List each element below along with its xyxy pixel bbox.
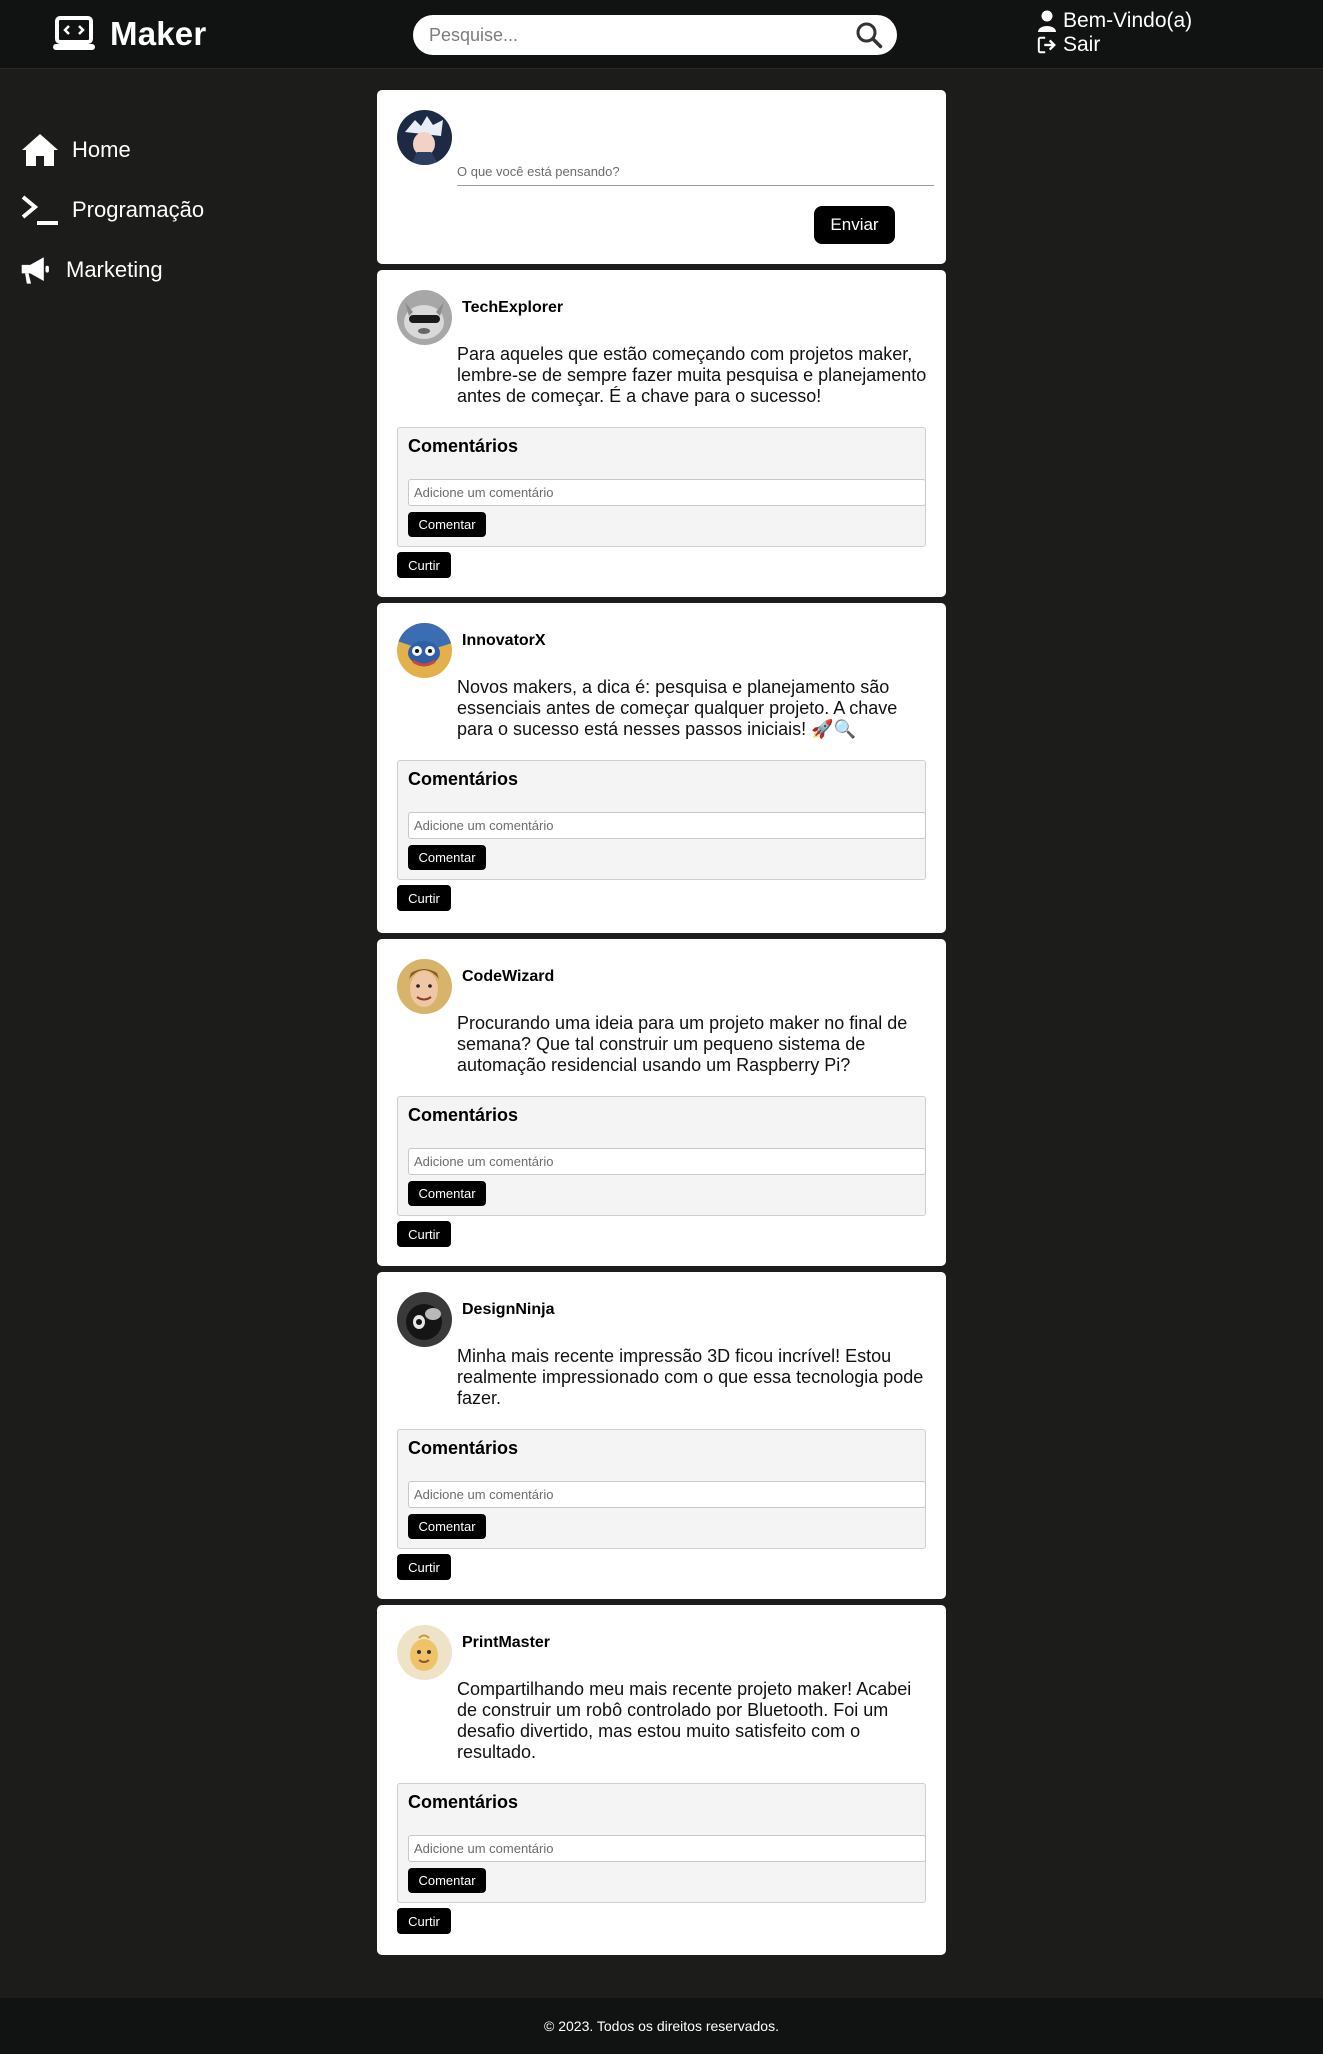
post-text: Novos makers, a dica é: pesquisa e plane… xyxy=(457,677,898,739)
avatar[interactable] xyxy=(397,110,452,165)
comment-input[interactable] xyxy=(408,812,926,839)
comments-title: Comentários xyxy=(408,436,519,456)
post-card: InnovatorX Novos makers, a dica é: pesqu… xyxy=(377,603,946,933)
sidebar-item-label: Programação xyxy=(72,197,205,222)
laptop-code-icon xyxy=(53,16,95,50)
avatar[interactable] xyxy=(397,959,452,1014)
comment-button[interactable]: Comentar xyxy=(408,845,486,870)
user-area: Bem-Vindo(a) Sair xyxy=(1037,9,1192,57)
search-input[interactable] xyxy=(429,24,855,46)
copyright-text: © 2023. Todos os direitos reservados. xyxy=(544,2018,779,2034)
footer: © 2023. Todos os direitos reservados. xyxy=(0,1998,1323,2054)
comments-title: Comentários xyxy=(408,769,519,789)
top-bar: Maker Bem-Vindo(a) Sair xyxy=(0,0,1323,69)
user-icon xyxy=(1038,10,1056,32)
comments-section: Comentários Comentar xyxy=(397,1096,926,1216)
avatar-image xyxy=(397,1292,452,1347)
search-icon[interactable] xyxy=(855,21,883,49)
comments-section: Comentários Comentar xyxy=(397,1429,926,1549)
post-username[interactable]: CodeWizard xyxy=(462,968,554,986)
post-text: Minha mais recente impressão 3D ficou in… xyxy=(457,1346,924,1408)
comments-section: Comentários Comentar xyxy=(397,427,926,547)
sidebar-item-label: Marketing xyxy=(66,257,163,282)
post-card: CodeWizard Procurando uma ideia para um … xyxy=(377,939,946,1266)
like-button[interactable]: Curtir xyxy=(397,1908,451,1934)
search-bar xyxy=(413,15,897,55)
comments-section: Comentários Comentar xyxy=(397,1783,926,1903)
post-username[interactable]: PrintMaster xyxy=(462,1634,550,1652)
avatar-image xyxy=(397,290,452,345)
home-icon xyxy=(22,134,58,166)
avatar[interactable] xyxy=(397,1625,452,1680)
logout-link[interactable]: Sair xyxy=(1037,33,1192,57)
post-text: Para aqueles que estão começando com pro… xyxy=(457,344,927,406)
logo-text: Maker xyxy=(110,15,207,52)
post-username[interactable]: InnovatorX xyxy=(462,632,546,650)
logout-icon xyxy=(1037,36,1056,54)
avatar[interactable] xyxy=(397,290,452,345)
welcome-text: Bem-Vindo(a) xyxy=(1063,9,1193,32)
like-button[interactable]: Curtir xyxy=(397,1554,451,1580)
post-text: Compartilhando meu mais recente projeto … xyxy=(457,1679,912,1762)
post-card: DesignNinja Minha mais recente impressão… xyxy=(377,1272,946,1599)
avatar[interactable] xyxy=(397,1292,452,1347)
like-button[interactable]: Curtir xyxy=(397,1221,451,1247)
comment-input[interactable] xyxy=(408,1148,926,1175)
avatar[interactable] xyxy=(397,623,452,678)
comments-title: Comentários xyxy=(408,1792,519,1812)
megaphone-icon xyxy=(21,257,49,284)
post-input[interactable] xyxy=(457,158,934,186)
comments-title: Comentários xyxy=(408,1438,519,1458)
send-button[interactable]: Enviar xyxy=(814,206,895,244)
sidebar-item-marketing[interactable]: Marketing xyxy=(20,240,340,300)
comment-input[interactable] xyxy=(408,1481,926,1508)
sidebar-item-home[interactable]: Home xyxy=(20,120,340,180)
comment-input[interactable] xyxy=(408,479,926,506)
post-username[interactable]: DesignNinja xyxy=(462,1301,554,1319)
like-button[interactable]: Curtir xyxy=(397,885,451,911)
comment-button[interactable]: Comentar xyxy=(408,1868,486,1893)
terminal-icon xyxy=(21,195,58,225)
feed: Enviar TechExplorer Para aqueles que est… xyxy=(377,90,946,1961)
sidebar-item-programacao[interactable]: Programação xyxy=(20,180,340,240)
sidebar-item-label: Home xyxy=(72,137,131,162)
post-card: TechExplorer Para aqueles que estão come… xyxy=(377,270,946,597)
logout-label: Sair xyxy=(1063,33,1101,56)
comment-button[interactable]: Comentar xyxy=(408,512,486,537)
sidebar: Home Programação Marketing xyxy=(20,120,340,300)
avatar-image xyxy=(397,623,452,678)
comment-button[interactable]: Comentar xyxy=(408,1514,486,1539)
comments-section: Comentários Comentar xyxy=(397,760,926,880)
comment-input[interactable] xyxy=(408,1835,926,1862)
avatar-image xyxy=(397,110,452,165)
like-button[interactable]: Curtir xyxy=(397,552,451,578)
post-username[interactable]: TechExplorer xyxy=(462,299,563,317)
comment-button[interactable]: Comentar xyxy=(408,1181,486,1206)
avatar-image xyxy=(397,959,452,1014)
logo[interactable]: Maker xyxy=(52,15,206,53)
post-composer: Enviar xyxy=(377,90,946,264)
welcome-row: Bem-Vindo(a) xyxy=(1037,9,1192,33)
post-card: PrintMaster Compartilhando meu mais rece… xyxy=(377,1605,946,1955)
comments-title: Comentários xyxy=(408,1105,519,1125)
post-text: Procurando uma ideia para um projeto mak… xyxy=(457,1013,908,1075)
avatar-image xyxy=(397,1625,452,1680)
